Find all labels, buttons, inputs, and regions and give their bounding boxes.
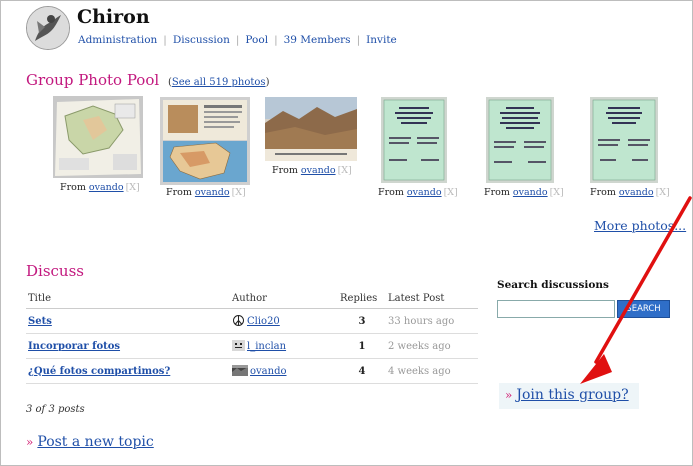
- photo-owner-link[interactable]: ovando: [619, 187, 654, 198]
- table-row: ¿Qué fotos compartimos? ovando 4 4 weeks…: [26, 358, 478, 384]
- search-discussions-label: Search discussions: [497, 279, 609, 291]
- latest-post-time: 4 weeks ago: [386, 358, 478, 384]
- photo-caption-1: From ovando [X]: [60, 182, 140, 193]
- post-new-topic-link[interactable]: Post a new topic: [37, 434, 153, 450]
- caption-from: From: [590, 187, 616, 198]
- nav-administration[interactable]: Administration: [78, 34, 157, 46]
- topics-table: Title Author Replies Latest Post Sets Cl…: [26, 290, 478, 384]
- remove-photo-button[interactable]: [X]: [656, 187, 670, 198]
- iberia-map-photo-thumbnail: [160, 97, 250, 185]
- table-header-row: Title Author Replies Latest Post: [26, 290, 478, 309]
- nav-discussion[interactable]: Discussion: [173, 34, 230, 46]
- table-row: Incorporar fotos l_inclan 1 2 weeks ago: [26, 333, 478, 359]
- latest-post-time: 2 weeks ago: [386, 333, 478, 359]
- caption-from: From: [166, 187, 192, 198]
- column-header-author: Author: [230, 290, 338, 309]
- photo-thumbnail-1[interactable]: [53, 96, 143, 182]
- reply-count: 1: [338, 333, 386, 359]
- photo-owner-link[interactable]: ovando: [513, 187, 548, 198]
- reply-count: 3: [338, 308, 386, 334]
- caption-from: From: [60, 182, 86, 193]
- join-group-box: » Join this group?: [499, 383, 639, 409]
- remove-photo-button[interactable]: [X]: [338, 165, 352, 176]
- landscape-photo-thumbnail: [265, 97, 357, 161]
- latest-post-time: 33 hours ago: [386, 308, 478, 334]
- search-button[interactable]: SEARCH: [617, 300, 670, 318]
- nav-invite[interactable]: Invite: [366, 34, 397, 46]
- topic-title-link[interactable]: ¿Qué fotos compartimos?: [28, 366, 170, 377]
- nav-members[interactable]: 39 Members: [284, 34, 351, 46]
- author-link[interactable]: l_inclan: [247, 341, 286, 352]
- group-subnav: Administration | Discussion | Pool | 39 Member…: [78, 34, 397, 46]
- reply-count: 4: [338, 358, 386, 384]
- table-row: Sets Clio20 3 33 hours ago: [26, 308, 478, 334]
- column-header-title: Title: [26, 290, 230, 309]
- photo-caption-4: From ovando [X]: [378, 187, 458, 198]
- face-avatar-icon: [232, 340, 245, 351]
- group-logo-icon[interactable]: [26, 6, 70, 50]
- discuss-heading: Discuss: [26, 262, 84, 280]
- post-count: 3 of 3 posts: [26, 404, 85, 415]
- photo-thumbnail-2[interactable]: [160, 97, 250, 189]
- group-name: Chiron: [77, 6, 150, 28]
- document-photo-thumbnail: [486, 97, 554, 183]
- see-all-wrapper: (See all 519 photos): [168, 77, 270, 88]
- landscape-avatar-icon: [232, 365, 248, 376]
- photo-caption-5: From ovando [X]: [484, 187, 564, 198]
- author-link[interactable]: Clio20: [247, 316, 280, 327]
- photo-thumbnail-3[interactable]: [265, 97, 357, 165]
- author-link[interactable]: ovando: [250, 366, 287, 377]
- remove-photo-button[interactable]: [X]: [232, 187, 246, 198]
- column-header-latest-post: Latest Post: [386, 290, 478, 309]
- search-discussions-input[interactable]: [497, 300, 615, 318]
- see-all-paren-close: ): [265, 77, 270, 88]
- pool-heading: Group Photo Pool (See all 519 photos): [26, 71, 269, 89]
- photo-owner-link[interactable]: ovando: [195, 187, 230, 198]
- photo-owner-link[interactable]: ovando: [301, 165, 336, 176]
- remove-photo-button[interactable]: [X]: [126, 182, 140, 193]
- map-photo-thumbnail: [53, 96, 143, 178]
- photo-thumbnail-5[interactable]: [486, 97, 554, 187]
- caption-from: From: [378, 187, 404, 198]
- remove-photo-button[interactable]: [X]: [550, 187, 564, 198]
- nav-pool[interactable]: Pool: [245, 34, 268, 46]
- post-new-topic: » Post a new topic: [26, 434, 154, 450]
- photo-thumbnail-4[interactable]: [381, 97, 447, 187]
- peace-sign-icon: [233, 315, 244, 326]
- photo-thumbnail-6[interactable]: [590, 97, 658, 187]
- photo-caption-3: From ovando [X]: [272, 165, 352, 176]
- caption-from: From: [272, 165, 298, 176]
- topic-title-link[interactable]: Sets: [28, 316, 52, 327]
- photo-caption-6: From ovando [X]: [590, 187, 670, 198]
- join-marker: »: [505, 388, 513, 402]
- topic-title-link[interactable]: Incorporar fotos: [28, 341, 120, 352]
- see-all-photos-link[interactable]: See all 519 photos: [172, 77, 266, 88]
- pool-title: Group Photo Pool: [26, 71, 160, 89]
- photo-owner-link[interactable]: ovando: [89, 182, 124, 193]
- more-photos-link[interactable]: More photos...: [594, 218, 686, 233]
- remove-photo-button[interactable]: [X]: [444, 187, 458, 198]
- column-header-replies: Replies: [338, 290, 386, 309]
- join-group-link[interactable]: Join this group?: [516, 387, 628, 403]
- photo-owner-link[interactable]: ovando: [407, 187, 442, 198]
- photo-caption-2: From ovando [X]: [166, 187, 246, 198]
- document-photo-thumbnail: [381, 97, 447, 183]
- document-photo-thumbnail: [590, 97, 658, 183]
- caption-from: From: [484, 187, 510, 198]
- double-chevron-icon: »: [26, 435, 34, 449]
